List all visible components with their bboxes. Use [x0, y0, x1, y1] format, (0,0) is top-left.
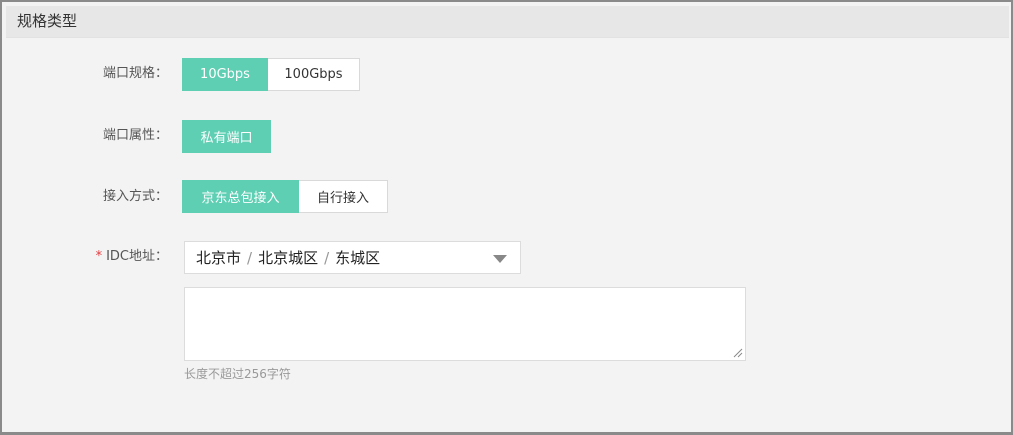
chevron-down-icon[interactable] — [493, 255, 507, 263]
port-spec-label: 端口规格： — [102, 66, 168, 81]
port-spec-selector: 10Gbps 100Gbps — [182, 58, 360, 91]
idc-city: 北京城区 — [258, 249, 319, 267]
idc-address-label-text: IDC地址： — [106, 249, 168, 264]
path-separator: / — [247, 248, 253, 267]
access-mode-label: 接入方式： — [102, 189, 168, 204]
idc-address-textarea[interactable] — [184, 287, 746, 361]
port-spec-option-100gbps[interactable]: 100Gbps — [268, 58, 360, 91]
resize-handle-icon[interactable] — [733, 348, 743, 358]
idc-address-label: * IDC地址： — [88, 248, 168, 266]
length-hint: 长度不超过256字符 — [184, 367, 291, 381]
access-mode-option-jd[interactable]: 京东总包接入 — [182, 180, 299, 213]
port-spec-option-10gbps[interactable]: 10Gbps — [182, 58, 268, 91]
panel-title: 规格类型 — [17, 12, 78, 30]
idc-district: 东城区 — [335, 249, 381, 267]
access-mode-option-self[interactable]: 自行接入 — [299, 180, 388, 213]
idc-region-select[interactable]: 北京市 / 北京城区 / 东城区 — [184, 241, 521, 274]
panel-header: 规格类型 — [6, 6, 1009, 38]
idc-province: 北京市 — [196, 249, 242, 267]
port-attr-selector: 私有端口 — [182, 120, 271, 153]
required-mark: * — [95, 249, 103, 264]
port-attr-label: 端口属性： — [102, 128, 168, 143]
port-attr-option-private[interactable]: 私有端口 — [182, 120, 271, 153]
access-mode-selector: 京东总包接入 自行接入 — [182, 180, 388, 213]
path-separator: / — [324, 248, 330, 267]
